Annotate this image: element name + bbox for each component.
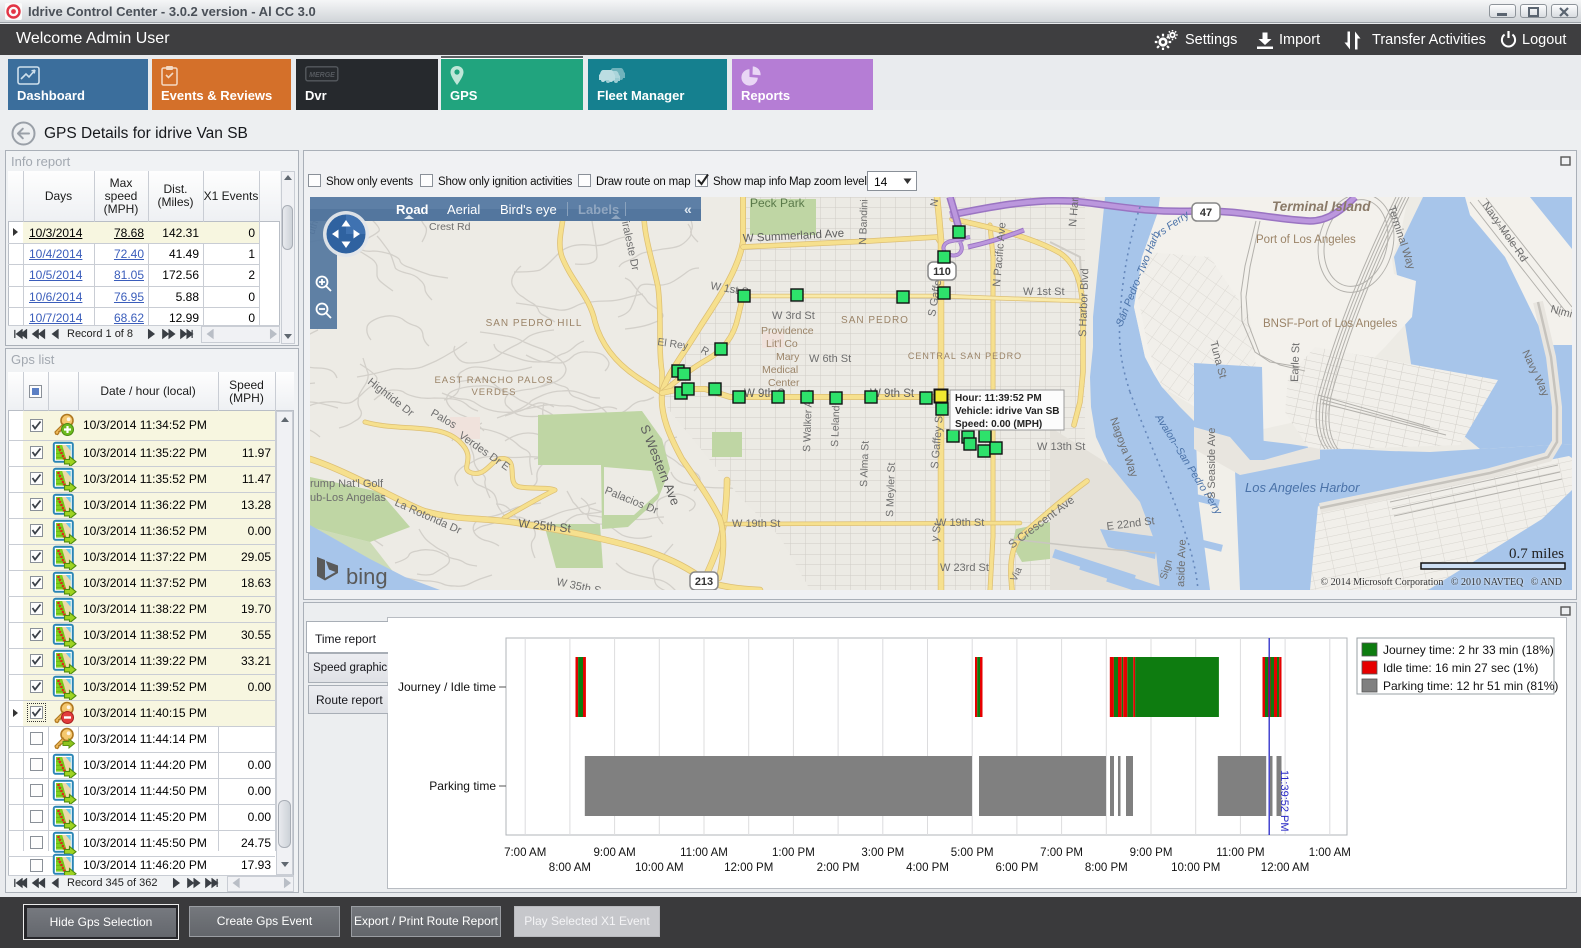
svg-text:Labels: Labels: [578, 202, 619, 217]
svg-text:S Leland: S Leland: [829, 405, 842, 447]
svg-text:Aerial: Aerial: [447, 202, 480, 217]
svg-text:W 23rd St: W 23rd St: [940, 562, 989, 574]
svg-text:Medical: Medical: [762, 364, 798, 376]
svg-text:S Harbor Blvd: S Harbor Blvd: [1077, 268, 1091, 337]
svg-text:10:00 PM: 10:00 PM: [1171, 862, 1220, 874]
svg-text:11:00 AM: 11:00 AM: [680, 847, 728, 859]
svg-text:BNSF-Port of Los Angeles: BNSF-Port of Los Angeles: [1263, 318, 1397, 330]
svg-text:3:00 PM: 3:00 PM: [861, 847, 904, 859]
svg-text:MERGE: MERGE: [309, 72, 335, 79]
svg-text:1:00 PM: 1:00 PM: [772, 847, 815, 859]
svg-text:Road: Road: [396, 202, 429, 217]
svg-text:6:00 PM: 6:00 PM: [995, 862, 1038, 874]
svg-text:8:00 AM: 8:00 AM: [549, 862, 591, 874]
svg-text:«: «: [684, 201, 692, 217]
svg-text:1:00 AM: 1:00 AM: [1309, 847, 1351, 859]
svg-text:11:39:52 PM: 11:39:52 PM: [1278, 770, 1290, 832]
svg-text:San Pedro: San Pedro: [841, 315, 909, 326]
svg-text:110: 110: [933, 266, 951, 278]
svg-text:10:00 AM: 10:00 AM: [635, 862, 684, 874]
svg-text:Earle St: Earle St: [1289, 343, 1302, 383]
svg-text:rump Nat'l Golf: rump Nat'l Golf: [310, 478, 384, 490]
svg-text:9:00 AM: 9:00 AM: [593, 847, 635, 859]
svg-text:Peck Park: Peck Park: [750, 197, 806, 210]
svg-text:S Meyler St: S Meyler St: [884, 462, 898, 517]
svg-text:12:00 AM: 12:00 AM: [1261, 862, 1310, 874]
svg-text:5:00 PM: 5:00 PM: [951, 847, 994, 859]
svg-text:9:00 PM: 9:00 PM: [1130, 847, 1173, 859]
svg-text:W 3rd St: W 3rd St: [772, 310, 815, 322]
svg-text:7:00 PM: 7:00 PM: [1040, 847, 1083, 859]
svg-text:Vehicle: idrive Van SB: Vehicle: idrive Van SB: [955, 406, 1060, 417]
svg-text:Providence: Providence: [761, 325, 814, 337]
svg-text:11:00 PM: 11:00 PM: [1216, 847, 1264, 859]
svg-text:W 6th St: W 6th St: [809, 353, 851, 365]
svg-text:Speed: 0.00 (MPH): Speed: 0.00 (MPH): [955, 419, 1042, 430]
svg-text:12:00 PM: 12:00 PM: [724, 862, 773, 874]
svg-text:Terminal Island: Terminal Island: [1272, 199, 1371, 214]
svg-text:W 19th St: W 19th St: [732, 518, 780, 530]
svg-text:Parking time: 12 hr 51 min (81: Parking time: 12 hr 51 min (81%): [1383, 679, 1558, 693]
svg-text:bing: bing: [346, 564, 388, 589]
svg-text:Port of Los Angeles: Port of Los Angeles: [1256, 234, 1356, 246]
svg-text:San Pedro Hill: San Pedro Hill: [486, 318, 583, 329]
svg-text:Hour: 11:39:52 PM: Hour: 11:39:52 PM: [955, 393, 1042, 404]
svg-text:Central San Pedro: Central San Pedro: [908, 351, 1022, 361]
svg-text:Los Angeles Harbor: Los Angeles Harbor: [1245, 480, 1360, 495]
svg-text:S Seaside Ave: S Seaside Ave: [1206, 428, 1218, 499]
svg-text:Lit'l Co: Lit'l Co: [766, 338, 798, 350]
svg-text:213: 213: [695, 576, 713, 588]
svg-text:Crest Rd: Crest Rd: [429, 221, 471, 233]
svg-text:Parking time: Parking time: [429, 779, 496, 793]
svg-text:8:00 PM: 8:00 PM: [1085, 862, 1128, 874]
svg-text:Idle time: 16 min 27 sec (1%): Idle time: 16 min 27 sec (1%): [1383, 661, 1538, 675]
svg-text:W 1st St: W 1st St: [1023, 286, 1065, 298]
svg-text:47: 47: [1200, 207, 1212, 219]
svg-text:East Rancho Palos: East Rancho Palos: [434, 375, 553, 386]
svg-text:Verdes: Verdes: [471, 387, 516, 398]
svg-text:Journey / Idle time: Journey / Idle time: [398, 680, 496, 694]
svg-text:© 2014 Microsoft Corporation: © 2014 Microsoft Corporation © 2010 NAVT…: [1321, 577, 1562, 588]
svg-text:Bird's eye: Bird's eye: [500, 202, 557, 217]
svg-text:7:00 AM: 7:00 AM: [504, 847, 546, 859]
svg-text:aside Ave: aside Ave: [1175, 539, 1189, 587]
svg-text:W 19th St: W 19th St: [936, 517, 984, 529]
svg-text:Mary: Mary: [776, 351, 800, 363]
svg-text:Journey time: 2 hr 33 min (18%: Journey time: 2 hr 33 min (18%): [1383, 643, 1554, 657]
svg-text:N Bandini St: N Bandini St: [857, 197, 871, 245]
svg-text:2:00 PM: 2:00 PM: [817, 862, 860, 874]
svg-text:W 13th St: W 13th St: [1037, 441, 1085, 453]
svg-text:ub-Los Angelas: ub-Los Angelas: [310, 492, 386, 504]
svg-text:0.7 miles: 0.7 miles: [1509, 546, 1564, 562]
svg-text:4:00 PM: 4:00 PM: [906, 862, 949, 874]
svg-text:S Alma St: S Alma St: [858, 441, 872, 488]
